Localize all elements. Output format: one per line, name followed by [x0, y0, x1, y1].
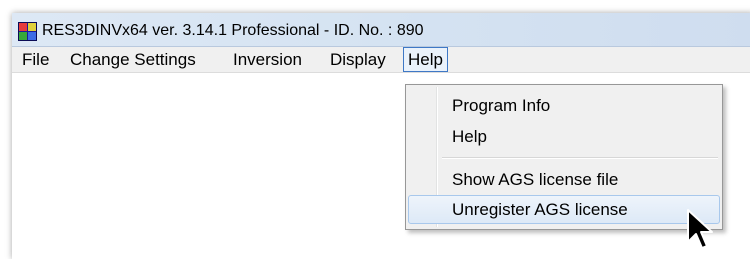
title-bar[interactable]: RES3DINVx64 ver. 3.14.1 Professional - I…	[12, 13, 750, 47]
menu-bar: File Change Settings Inversion Display H…	[12, 47, 750, 73]
menu-item-program-info[interactable]: Program Info	[408, 91, 720, 120]
menu-help[interactable]: Help	[403, 47, 448, 72]
menu-item-unregister-ags-license[interactable]: Unregister AGS license	[408, 195, 720, 224]
menu-item-show-ags-license-file[interactable]: Show AGS license file	[408, 165, 720, 194]
arrow-pointer-icon	[687, 209, 713, 249]
menu-item-help[interactable]: Help	[408, 122, 720, 151]
help-dropdown-menu: Program Info Help Show AGS license file …	[405, 84, 723, 230]
menu-separator	[442, 157, 718, 159]
menu-display[interactable]: Display	[326, 47, 390, 72]
menu-file[interactable]: File	[18, 47, 53, 72]
menu-inversion[interactable]: Inversion	[229, 47, 306, 72]
app-icon[interactable]	[18, 22, 37, 41]
window-title: RES3DINVx64 ver. 3.14.1 Professional - I…	[42, 22, 424, 39]
app-window: RES3DINVx64 ver. 3.14.1 Professional - I…	[12, 13, 750, 259]
menu-change-settings[interactable]: Change Settings	[66, 47, 200, 72]
